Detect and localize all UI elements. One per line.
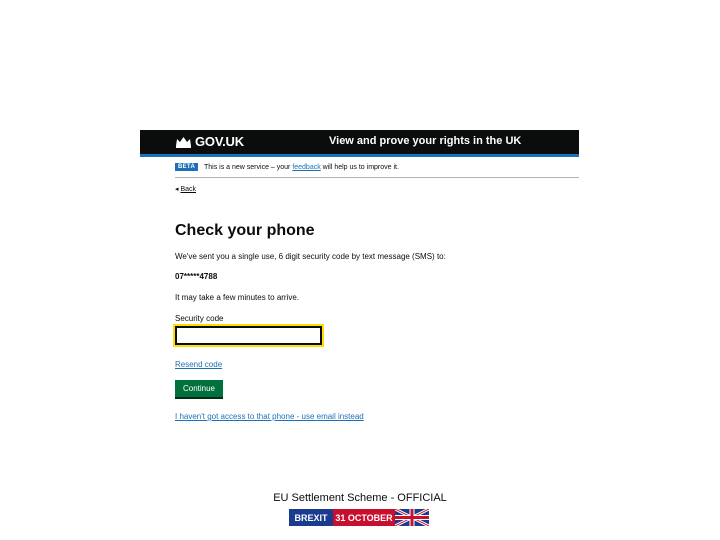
intro-text: We've sent you a single use, 6 digit sec… xyxy=(175,252,446,261)
brexit-banner: BREXIT 31 OCTOBER xyxy=(289,509,429,526)
govuk-logo-text[interactable]: GOV.UK xyxy=(195,134,244,149)
phase-banner-text-before: This is a new service – your xyxy=(204,164,293,171)
banner-brexit-label: BREXIT xyxy=(289,509,333,526)
screenshot-panel: GOV.UK View and prove your rights in the… xyxy=(140,130,579,430)
arrival-note: It may take a few minutes to arrive. xyxy=(175,293,300,302)
service-name[interactable]: View and prove your rights in the UK xyxy=(329,135,521,147)
page-title: Check your phone xyxy=(175,222,315,239)
feedback-link[interactable]: feedback xyxy=(292,164,320,171)
back-link-label: Back xyxy=(180,186,197,193)
phase-banner-text: This is a new service – your feedback wi… xyxy=(204,164,399,171)
union-flag-icon xyxy=(395,509,429,526)
use-email-link[interactable]: I haven't got access to that phone - use… xyxy=(175,412,364,421)
banner-date-label: 31 OCTOBER xyxy=(333,509,395,526)
phase-banner-divider xyxy=(175,177,579,178)
govuk-header: GOV.UK View and prove your rights in the… xyxy=(140,130,579,154)
header-accent-bar xyxy=(140,154,579,157)
classification-footer: EU Settlement Scheme - OFFICIAL xyxy=(273,492,447,504)
security-code-input[interactable] xyxy=(173,324,324,347)
resend-code-link[interactable]: Resend code xyxy=(175,360,222,369)
phase-banner-text-after: will help us to improve it. xyxy=(320,164,399,171)
beta-tag: BETA xyxy=(175,163,199,171)
crown-icon xyxy=(176,137,191,148)
back-arrow-icon: ◂ xyxy=(175,186,179,193)
continue-button[interactable]: Continue xyxy=(175,380,223,397)
security-code-label: Security code xyxy=(175,314,224,323)
back-link[interactable]: ◂ Back xyxy=(175,185,196,193)
phone-number: 07*****4788 xyxy=(175,272,218,281)
